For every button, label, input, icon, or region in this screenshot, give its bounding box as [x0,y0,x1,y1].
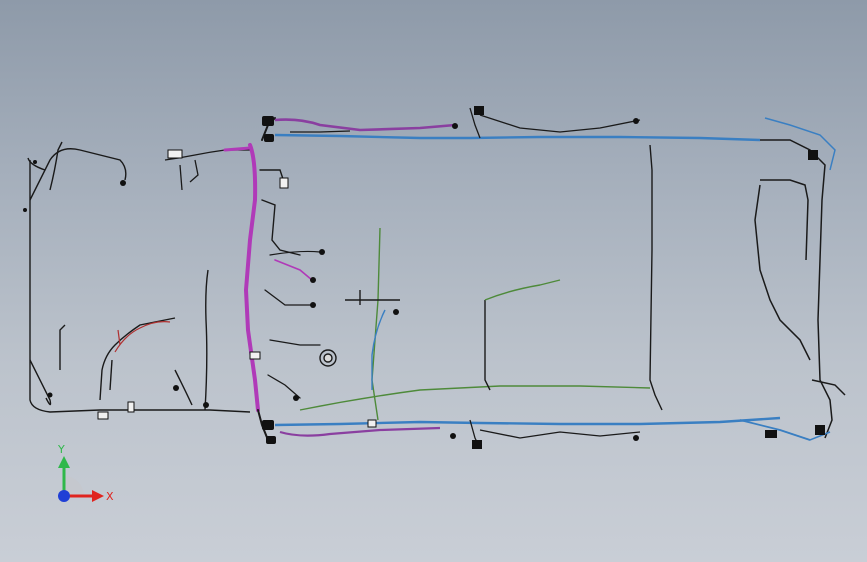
z-axis-origin [58,490,70,502]
round-component[interactable] [319,349,337,367]
y-axis-label: Y [57,443,65,456]
connectors[interactable] [23,106,825,449]
x-axis-arrowhead [92,490,104,502]
wire-harness-model[interactable] [0,0,867,562]
x-axis-label: X [106,490,114,503]
firewall-trunk[interactable] [223,117,321,441]
left-door-harness[interactable] [274,107,761,142]
floor-harness [299,144,663,421]
coordinate-triad: Y X [57,443,114,503]
front-harness-branch[interactable] [754,117,846,441]
right-door-harness[interactable] [274,416,811,449]
graphics-viewport[interactable]: Y X [0,0,867,562]
rear-harness-branch[interactable] [27,141,251,413]
y-axis-arrowhead [58,456,70,468]
